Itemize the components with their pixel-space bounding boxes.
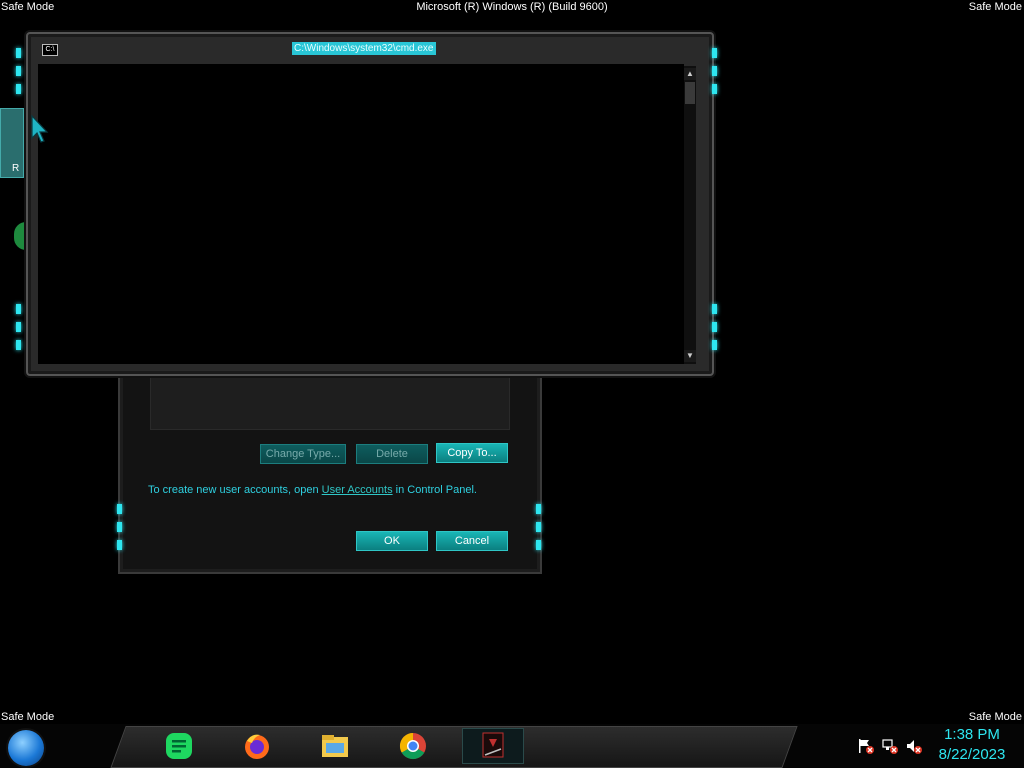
ok-button[interactable]: OK (356, 531, 428, 551)
frame-glow-accent (16, 322, 21, 332)
file-explorer-icon[interactable] (320, 731, 350, 761)
firefox-icon[interactable] (242, 731, 272, 761)
cancel-button[interactable]: Cancel (436, 531, 508, 551)
frame-glow-accent (712, 340, 717, 350)
start-button[interactable] (8, 730, 44, 766)
cmd-window-title: C:\Windows\system32\cmd.exe (292, 42, 436, 55)
frame-glow-accent (536, 540, 541, 550)
frame-glow-accent (536, 504, 541, 514)
scroll-thumb[interactable] (685, 82, 695, 104)
frame-glow-accent (16, 66, 21, 76)
frame-glow-accent (16, 304, 21, 314)
delete-button[interactable]: Delete (356, 444, 428, 464)
chrome-icon[interactable] (398, 731, 428, 761)
chat-icon[interactable] (164, 731, 194, 761)
frame-glow-accent (117, 540, 122, 550)
frame-glow-accent (117, 504, 122, 514)
network-icon[interactable] (881, 738, 899, 754)
frame-glow-accent (712, 66, 717, 76)
frame-glow-accent (712, 84, 717, 94)
safe-mode-label-bottom-left: Safe Mode (1, 711, 55, 723)
frame-glow-accent (712, 322, 717, 332)
volume-muted-icon[interactable] (905, 738, 923, 754)
desktop-icon-label: R (12, 163, 20, 174)
clock-time[interactable]: 1:38 PM (930, 726, 1014, 743)
message-prefix: To create new user accounts, open (148, 484, 322, 496)
taskbar-band (110, 726, 798, 768)
cmd-console-area[interactable] (38, 64, 684, 364)
mouse-pointer-icon (31, 114, 49, 143)
desktop-icon[interactable]: R (0, 108, 24, 178)
safe-mode-label-top-right: Safe Mode (968, 1, 1022, 13)
frame-glow-accent (16, 340, 21, 350)
copy-to-button[interactable]: Copy To... (436, 443, 508, 463)
windows-build-info: Microsoft (R) Windows (R) (Build 9600) (416, 1, 608, 13)
profiles-listbox[interactable] (150, 376, 510, 430)
action-center-flag-icon[interactable] (857, 738, 875, 754)
desktop-green-icon[interactable] (14, 222, 26, 250)
cmd-scrollbar[interactable]: ▲ ▼ (684, 66, 696, 364)
frame-glow-accent (712, 304, 717, 314)
user-accounts-link[interactable]: User Accounts (322, 484, 393, 496)
cmd-window-icon[interactable]: C:\ (42, 44, 58, 56)
frame-glow-accent (16, 48, 21, 58)
scroll-down-arrow-icon[interactable]: ▼ (684, 350, 696, 362)
scroll-up-arrow-icon[interactable]: ▲ (684, 68, 696, 80)
frame-glow-accent (117, 522, 122, 532)
change-type-button[interactable]: Change Type... (260, 444, 346, 464)
frame-glow-accent (536, 522, 541, 532)
frame-glow-accent (16, 84, 21, 94)
taskbar: 1:38 PM 8/22/2023 (0, 724, 1024, 768)
cmd-titlebar[interactable]: C:\ C:\Windows\system32\cmd.exe (28, 34, 712, 64)
safe-mode-label-bottom-right: Safe Mode (968, 711, 1022, 723)
clock-date[interactable]: 8/22/2023 (930, 746, 1014, 763)
cmd-window[interactable]: C:\ C:\Windows\system32\cmd.exe ▲ ▼ (16, 32, 717, 376)
user-profiles-dialog: Change Type... Delete Copy To... To crea… (117, 360, 542, 574)
cmd-taskbar-button[interactable] (462, 728, 524, 764)
cmd-taskbar-icon (482, 732, 504, 758)
create-accounts-message: To create new user accounts, open User A… (148, 484, 477, 496)
frame-glow-accent (712, 48, 717, 58)
message-suffix: in Control Panel. (392, 484, 477, 496)
